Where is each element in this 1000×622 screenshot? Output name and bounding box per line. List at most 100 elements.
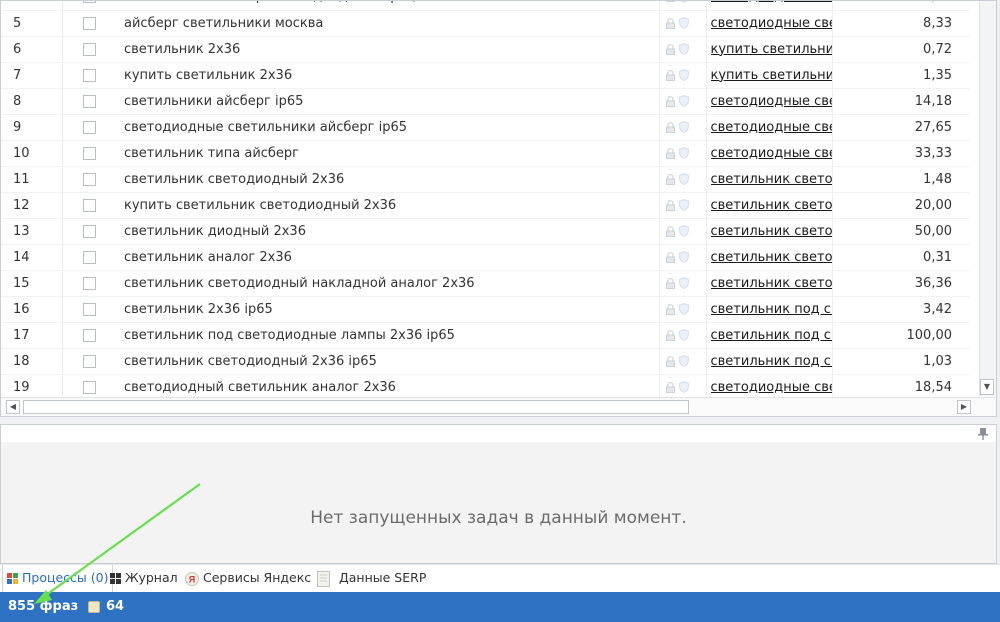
table-row[interactable]: 15 светильник светодиодный накладной анал… (1, 270, 970, 297)
phrase-cell[interactable]: светильники айсберг ip65 (115, 88, 659, 115)
url-cell[interactable]: светильник под све (706, 322, 832, 349)
row-checkbox-cell[interactable] (62, 192, 115, 219)
url-link[interactable]: светильник светоди (711, 172, 832, 187)
url-cell[interactable]: светодиодные свет (706, 88, 832, 115)
scroll-right-button[interactable]: ▶ (957, 400, 971, 414)
url-cell[interactable]: светильник светоди (706, 270, 832, 297)
url-cell[interactable]: купить светильник (706, 62, 832, 89)
table-row[interactable]: 7 купить светильник 2х36 купить светильник… (1, 62, 970, 89)
horizontal-scrollbar[interactable]: ◀ ▶ (1, 397, 996, 416)
row-checkbox[interactable] (82, 16, 96, 30)
url-cell[interactable]: светильник под све (706, 296, 832, 323)
row-checkbox-cell[interactable] (62, 296, 115, 323)
row-checkbox[interactable] (82, 42, 96, 56)
phrase-cell[interactable]: айсберг светильники москва (115, 10, 659, 37)
table-row[interactable]: 5 айсберг светильники москва светодиодные … (1, 10, 970, 37)
phrase-cell[interactable]: светильник светодиодный 2х36 ip65 (115, 348, 659, 375)
url-cell[interactable]: купить светильник (706, 36, 832, 63)
tab-serp-data[interactable]: Данные SERP (317, 565, 426, 592)
url-cell[interactable]: светодиодные свет (706, 114, 832, 141)
table-row[interactable]: 10 светильник типа айсберг светодиодные св… (1, 140, 970, 167)
url-cell[interactable]: светодиодные свет (706, 1, 832, 11)
row-checkbox-cell[interactable] (62, 114, 115, 141)
url-link[interactable]: светодиодные свет (711, 94, 832, 109)
row-checkbox[interactable] (82, 380, 96, 394)
phrase-cell[interactable]: светильник 2х36 ip65 (115, 296, 659, 323)
phrase-cell[interactable]: светильник светодиодный накладной аналог… (115, 270, 659, 297)
row-checkbox-cell[interactable] (62, 36, 115, 63)
phrase-cell[interactable]: светильник аналог 2х36 (115, 244, 659, 271)
row-checkbox-cell[interactable] (62, 10, 115, 37)
url-link[interactable]: светильник под све (711, 354, 832, 369)
url-link[interactable]: светодиодные свет (711, 16, 832, 31)
scroll-down-button[interactable]: ▼ (980, 379, 994, 395)
row-checkbox[interactable] (82, 146, 96, 160)
table-row[interactable]: 4 светильники айсберг светодиодные официа… (1, 1, 970, 11)
row-checkbox[interactable] (82, 1, 96, 4)
row-checkbox[interactable] (82, 94, 96, 108)
url-link[interactable]: светильник светоди (711, 250, 832, 265)
row-checkbox[interactable] (82, 250, 96, 264)
row-checkbox[interactable] (82, 328, 96, 342)
url-link[interactable]: светильник светоди (711, 224, 832, 239)
row-checkbox[interactable] (82, 276, 96, 290)
row-checkbox[interactable] (82, 198, 96, 212)
url-cell[interactable]: светильник светоди (706, 192, 832, 219)
phrase-cell[interactable]: светильник светодиодный 2х36 (115, 166, 659, 193)
table-row[interactable]: 8 светильники айсберг ip65 светодиодные св… (1, 88, 970, 115)
url-link[interactable]: светодиодные свет (711, 120, 832, 135)
phrase-cell[interactable]: светильники айсберг светодиодные официал… (115, 1, 659, 11)
row-checkbox[interactable] (82, 172, 96, 186)
phrase-cell[interactable]: купить светильник 2х36 (115, 62, 659, 89)
url-cell[interactable]: светильник под све (706, 348, 832, 375)
url-link[interactable]: светильник под све (711, 328, 832, 343)
phrase-cell[interactable]: светильник под светодиодные лампы 2х36 i… (115, 322, 659, 349)
url-link[interactable]: купить светильник (711, 42, 832, 57)
row-checkbox-cell[interactable] (62, 244, 115, 271)
table-row[interactable]: 16 светильник 2х36 ip65 светильник под све… (1, 296, 970, 323)
row-checkbox-cell[interactable] (62, 62, 115, 89)
row-checkbox[interactable] (82, 120, 96, 134)
phrase-cell[interactable]: купить светильник светодиодный 2х36 (115, 192, 659, 219)
row-checkbox-cell[interactable] (62, 218, 115, 245)
phrase-cell[interactable]: светодиодные светильники айсберг ip65 (115, 114, 659, 141)
row-checkbox[interactable] (82, 302, 96, 316)
row-checkbox[interactable] (82, 68, 96, 82)
row-checkbox-cell[interactable] (62, 270, 115, 297)
url-cell[interactable]: светильник светоди (706, 244, 832, 271)
table-row[interactable]: 17 светильник под светодиодные лампы 2х36… (1, 322, 970, 349)
row-checkbox-cell[interactable] (62, 322, 115, 349)
row-checkbox[interactable] (82, 224, 96, 238)
table-row[interactable]: 13 светильник диодный 2х36 светильник свет… (1, 218, 970, 245)
table-row[interactable]: 12 купить светильник светодиодный 2х36 све… (1, 192, 970, 219)
vertical-scrollbar[interactable]: ▼ (979, 1, 996, 396)
table-row[interactable]: 14 светильник аналог 2х36 светильник свето… (1, 244, 970, 271)
phrase-cell[interactable]: светильник типа айсберг (115, 140, 659, 167)
row-checkbox-cell[interactable] (62, 1, 115, 11)
url-link[interactable]: светильник светоди (711, 198, 832, 213)
row-checkbox[interactable] (82, 354, 96, 368)
pin-icon[interactable] (978, 428, 988, 440)
tab-yandex-services[interactable]: Я Сервисы Яндекс (185, 565, 311, 592)
scroll-left-button[interactable]: ◀ (6, 400, 20, 414)
tab-processes[interactable]: Процессы (0) (2, 565, 114, 592)
url-cell[interactable]: светодиодные свет (706, 10, 832, 37)
url-link[interactable]: светодиодные свет (711, 146, 832, 161)
url-link[interactable]: купить светильник (711, 68, 832, 83)
phrase-cell[interactable]: светильник 2х36 (115, 36, 659, 63)
row-checkbox-cell[interactable] (62, 166, 115, 193)
row-checkbox-cell[interactable] (62, 348, 115, 375)
url-cell[interactable]: светодиодные свет (706, 140, 832, 167)
url-link[interactable]: светодиодные свет (711, 380, 832, 395)
horizontal-scroll-thumb[interactable] (23, 400, 689, 414)
row-checkbox-cell[interactable] (62, 88, 115, 115)
tab-journal[interactable]: Журнал (110, 565, 178, 592)
phrase-cell[interactable]: светильник диодный 2х36 (115, 218, 659, 245)
url-link[interactable]: светильник светоди (711, 276, 832, 291)
url-link[interactable]: светодиодные свет (711, 1, 832, 4)
url-link[interactable]: светильник под све (711, 302, 832, 317)
table-row[interactable]: 6 светильник 2х36 купить светильник 0,72 (1, 36, 970, 63)
table-row[interactable]: 9 светодиодные светильники айсберг ip65 св… (1, 114, 970, 141)
table-row[interactable]: 11 светильник светодиодный 2х36 светильник… (1, 166, 970, 193)
table-row[interactable]: 18 светильник светодиодный 2х36 ip65 свети… (1, 348, 970, 375)
